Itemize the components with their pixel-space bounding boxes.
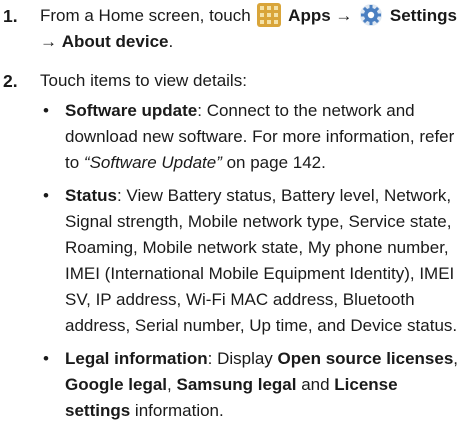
step-1-end: . — [168, 32, 174, 51]
item-term: Legal information — [65, 349, 208, 368]
bullet-dot: • — [43, 186, 49, 205]
bullet-dot: • — [43, 101, 49, 120]
item-term: Software update — [65, 101, 198, 120]
item-text: : Display — [207, 349, 278, 368]
about-device-label: About device — [61, 32, 169, 51]
step-number: 2. — [3, 71, 18, 91]
settings-gear-icon — [360, 4, 383, 26]
item-tail: on page 142. — [221, 153, 326, 172]
apps-grid-icon — [257, 3, 282, 27]
step-text: From a Home screen, touch Apps → Setting… — [40, 3, 465, 55]
item-text: : View Battery status, Battery level, Ne… — [65, 186, 458, 335]
item-tail: information. — [130, 401, 224, 420]
list-item-status: • Status: View Battery status, Battery l… — [40, 183, 467, 339]
arrow: → — [335, 6, 353, 25]
open-source-licenses: Open source licenses — [277, 349, 454, 368]
list-item-software-update: • Software update: Connect to the networ… — [40, 98, 467, 176]
list-item-legal-information: • Legal information: Display Open source… — [40, 346, 467, 424]
samsung-legal: Samsung legal — [176, 375, 297, 394]
separator: , — [453, 349, 459, 368]
google-legal: Google legal — [65, 375, 168, 394]
bullet-dot: • — [43, 349, 49, 368]
step-1-prefix: From a Home screen, touch — [40, 6, 251, 25]
step-text: Touch items to view details: — [40, 71, 247, 90]
document-page: 1. From a Home screen, touch Apps → Sett… — [0, 0, 473, 420]
detail-list: • Software update: Connect to the networ… — [40, 98, 467, 431]
step-number: 1. — [3, 6, 18, 26]
arrow: → — [40, 32, 57, 51]
settings-label: Settings — [389, 6, 457, 25]
separator: and — [296, 375, 335, 394]
apps-label: Apps — [288, 6, 331, 25]
item-term: Status — [65, 186, 117, 205]
cross-reference: “Software Update” — [83, 153, 222, 172]
